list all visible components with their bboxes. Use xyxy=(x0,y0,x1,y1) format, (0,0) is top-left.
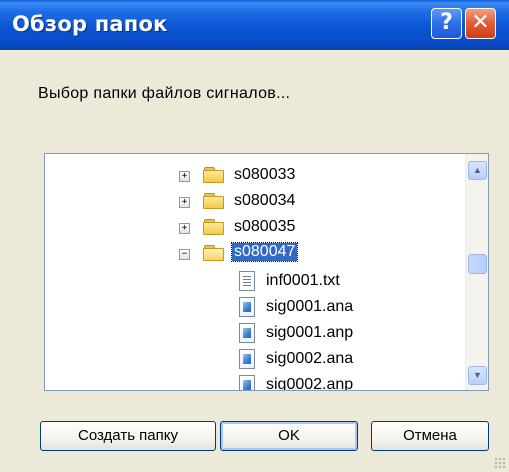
close-icon: ✕ xyxy=(471,10,490,35)
new-folder-button[interactable]: Создать папку xyxy=(40,421,216,451)
folder-tree[interactable]: + s080033 + s080034 + s080035 − s080047 … xyxy=(44,153,489,391)
ok-button[interactable]: OK xyxy=(220,421,358,451)
tree-item-s080035[interactable]: + s080035 xyxy=(45,216,465,242)
vertical-scrollbar[interactable]: ▲ ▼ xyxy=(465,154,488,390)
scroll-up-button[interactable]: ▲ xyxy=(468,161,487,180)
tree-item-label: sig0001.ana xyxy=(266,298,354,315)
resize-grip-icon[interactable] xyxy=(494,457,506,469)
tree-item-s080033[interactable]: + s080033 xyxy=(45,164,465,190)
tree-item-sig0001-ana[interactable]: sig0001.ana xyxy=(45,294,465,320)
scrollbar-thumb[interactable] xyxy=(468,254,487,274)
browse-folder-dialog: Обзор папок ? ✕ Выбор папки файлов сигна… xyxy=(0,0,509,472)
tree-item-label: sig0001.anp xyxy=(266,324,354,341)
tree-item-label-selected: s080047 xyxy=(230,242,299,262)
tree-item-sig0002-anp[interactable]: sig0002.anp xyxy=(45,372,465,391)
arrow-up-icon: ▲ xyxy=(473,165,482,175)
tree-item-s080034[interactable]: + s080034 xyxy=(45,190,465,216)
text-file-icon xyxy=(239,271,255,291)
folder-icon xyxy=(203,167,225,183)
tree-item-sig0001-anp[interactable]: sig0001.anp xyxy=(45,320,465,346)
expand-icon[interactable]: + xyxy=(179,223,190,234)
signal-file-icon xyxy=(239,349,255,369)
dialog-description: Выбор папки файлов сигналов... xyxy=(38,85,291,102)
tree-item-s080047[interactable]: − s080047 xyxy=(45,242,465,268)
tree-item-label: s080035 xyxy=(234,218,296,235)
tree-item-label: inf0001.txt xyxy=(266,272,340,289)
cancel-button[interactable]: Отмена xyxy=(371,421,489,451)
window-title: Обзор папок xyxy=(12,12,168,36)
expand-icon[interactable]: + xyxy=(179,171,190,182)
signal-file-icon xyxy=(239,323,255,343)
tree-item-label: s080033 xyxy=(234,166,296,183)
arrow-down-icon: ▼ xyxy=(473,370,482,380)
signal-file-icon xyxy=(239,375,255,390)
tree-item-label: sig0002.ana xyxy=(266,350,354,367)
title-bar[interactable]: Обзор папок ? ✕ xyxy=(0,0,509,50)
open-folder-icon xyxy=(203,245,225,261)
tree-item-inf0001-txt[interactable]: inf0001.txt xyxy=(45,268,465,294)
tree-item-label: sig0002.anp xyxy=(266,376,354,391)
close-button[interactable]: ✕ xyxy=(465,8,496,39)
folder-icon xyxy=(203,219,225,235)
scroll-down-button[interactable]: ▼ xyxy=(468,366,487,385)
help-button[interactable]: ? xyxy=(431,8,462,39)
tree-item-sig0002-ana[interactable]: sig0002.ana xyxy=(45,346,465,372)
tree-item-label: s080034 xyxy=(234,192,296,209)
help-icon: ? xyxy=(440,10,453,35)
folder-icon xyxy=(203,193,225,209)
expand-icon[interactable]: + xyxy=(179,197,190,208)
collapse-icon[interactable]: − xyxy=(179,249,190,260)
signal-file-icon xyxy=(239,297,255,317)
